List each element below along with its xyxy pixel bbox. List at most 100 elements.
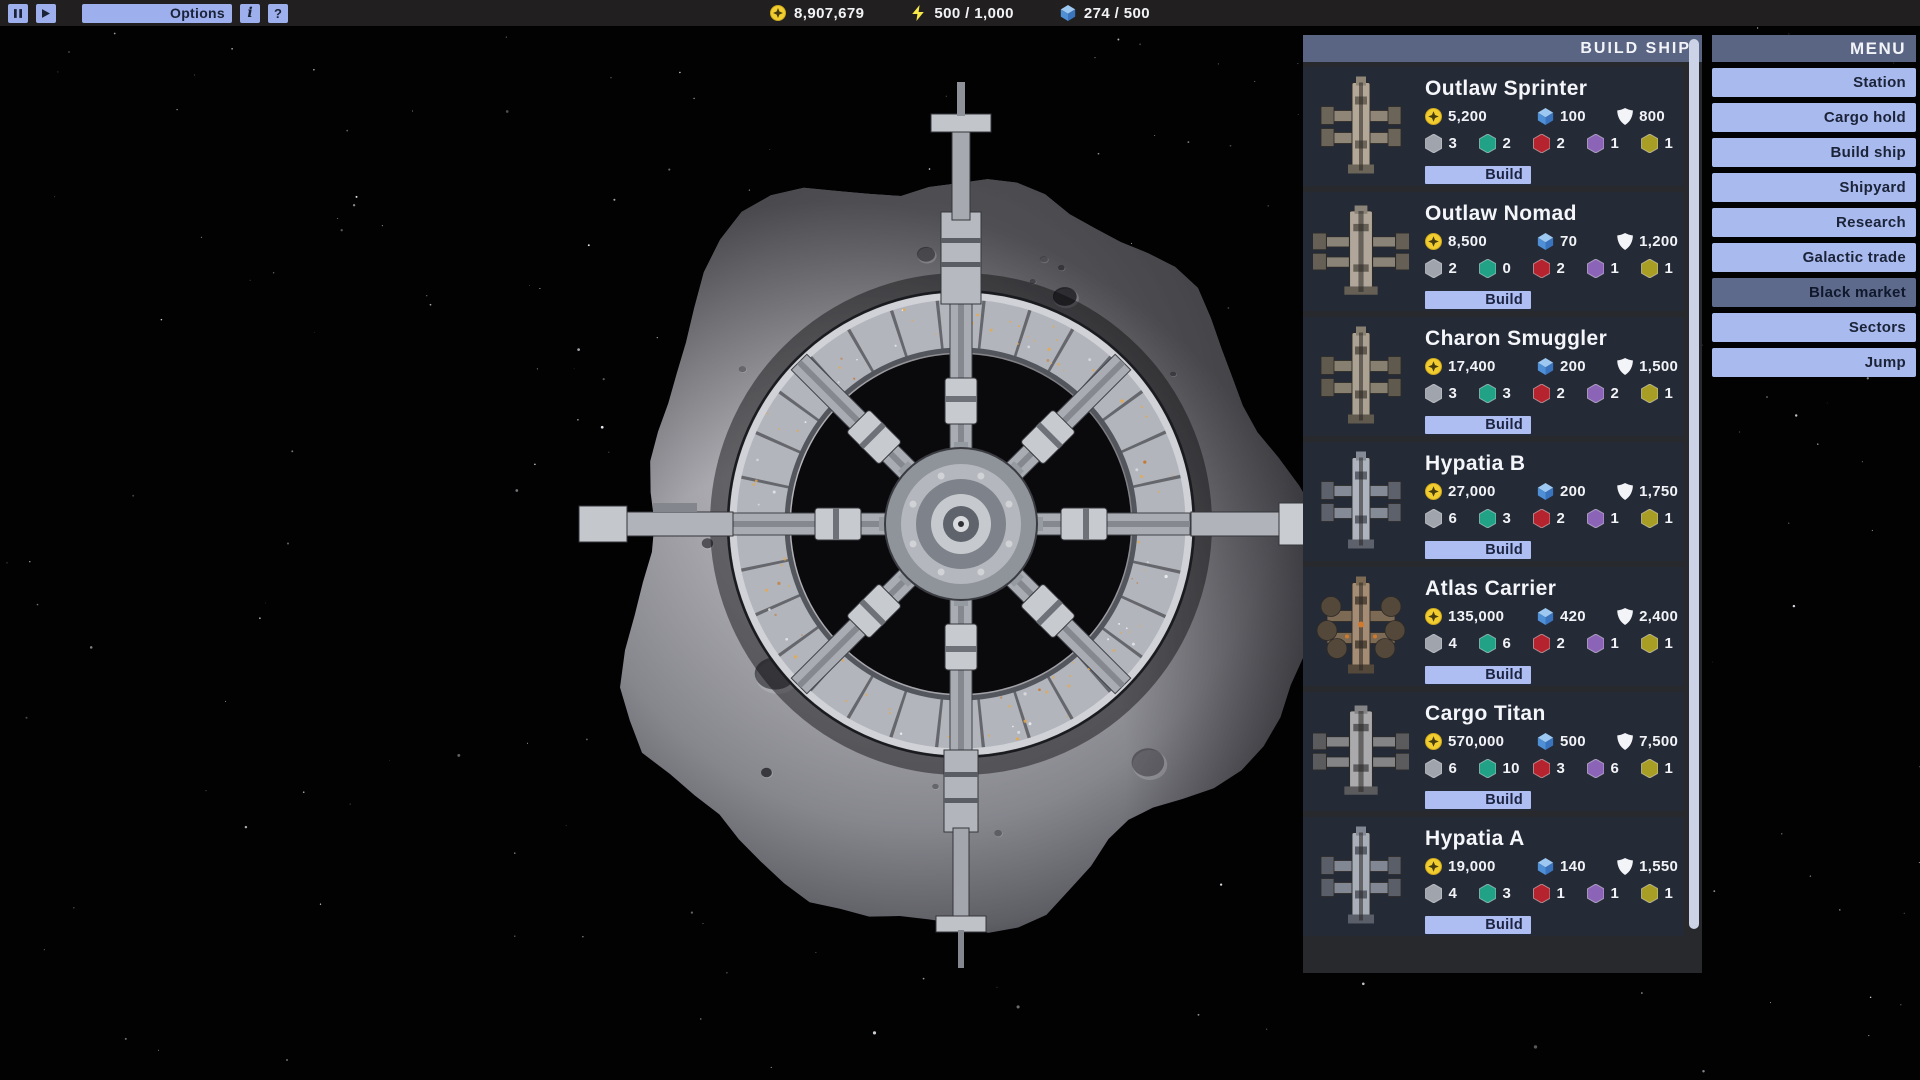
ship-cost-row: 17,4002001,500 bbox=[1303, 358, 1684, 378]
build-button[interactable]: Build bbox=[1425, 916, 1531, 934]
material-red: 2 bbox=[1533, 634, 1565, 653]
hex-icon bbox=[1641, 384, 1658, 403]
menu-item-build-ship[interactable]: Build ship bbox=[1712, 138, 1916, 167]
hex-icon bbox=[1587, 384, 1604, 403]
build-button[interactable]: Build bbox=[1425, 666, 1531, 684]
material-red-count: 2 bbox=[1556, 385, 1565, 402]
build-button[interactable]: Build bbox=[1425, 166, 1531, 184]
shield-icon bbox=[1617, 108, 1633, 125]
hex-icon bbox=[1641, 134, 1658, 153]
shield-icon bbox=[1617, 358, 1633, 375]
menu-item-shipyard[interactable]: Shipyard bbox=[1712, 173, 1916, 202]
cargo-icon bbox=[1537, 733, 1554, 750]
material-teal: 6 bbox=[1479, 634, 1511, 653]
hex-icon bbox=[1533, 634, 1550, 653]
hex-icon bbox=[1641, 509, 1658, 528]
material-gray: 4 bbox=[1425, 634, 1457, 653]
cargo-icon bbox=[1537, 858, 1554, 875]
material-teal-count: 3 bbox=[1502, 510, 1511, 527]
ship-card: Cargo Titan570,0005007,500610361Build bbox=[1303, 692, 1684, 811]
material-purple: 1 bbox=[1587, 259, 1619, 278]
ship-cost-credits: 8,500 bbox=[1425, 233, 1487, 250]
material-teal: 3 bbox=[1479, 884, 1511, 903]
scrollbar-track[interactable] bbox=[1688, 37, 1700, 967]
menu-item-black-market[interactable]: Black market bbox=[1712, 278, 1916, 307]
menu-item-galactic-trade[interactable]: Galactic trade bbox=[1712, 243, 1916, 272]
ship-card: Charon Smuggler17,4002001,50033221Build bbox=[1303, 317, 1684, 436]
material-purple: 1 bbox=[1587, 509, 1619, 528]
material-yellow-count: 1 bbox=[1664, 635, 1673, 652]
build-button[interactable]: Build bbox=[1425, 416, 1531, 434]
material-teal-count: 10 bbox=[1502, 760, 1519, 777]
hex-icon bbox=[1479, 134, 1496, 153]
ship-material-row: 4 6 2 1 1 bbox=[1303, 634, 1684, 656]
cargo-icon bbox=[1537, 233, 1554, 250]
hex-icon bbox=[1641, 884, 1658, 903]
material-red-count: 2 bbox=[1556, 510, 1565, 527]
menu-item-research[interactable]: Research bbox=[1712, 208, 1916, 237]
menu-item-station[interactable]: Station bbox=[1712, 68, 1916, 97]
pause-button[interactable] bbox=[8, 4, 28, 23]
material-purple: 1 bbox=[1587, 884, 1619, 903]
material-red-count: 1 bbox=[1556, 885, 1565, 902]
ship-stat-shield: 800 bbox=[1617, 108, 1665, 125]
options-button[interactable]: Options bbox=[82, 4, 232, 23]
play-button[interactable] bbox=[36, 4, 56, 23]
ship-material-row: 32211 bbox=[1303, 134, 1684, 156]
menu-item-cargo-hold[interactable]: Cargo hold bbox=[1712, 103, 1916, 132]
scrollbar-thumb[interactable] bbox=[1689, 39, 1699, 929]
material-teal-count: 2 bbox=[1502, 135, 1511, 152]
ship-cost-cargo: 420 bbox=[1537, 608, 1586, 625]
resource-coin: 8,907,679 bbox=[770, 5, 864, 22]
ship-cost-credits: 27,000 bbox=[1425, 483, 1496, 500]
menu-item-sectors[interactable]: Sectors bbox=[1712, 313, 1916, 342]
material-red-count: 2 bbox=[1556, 135, 1565, 152]
material-purple: 1 bbox=[1587, 134, 1619, 153]
material-purple-count: 2 bbox=[1610, 385, 1619, 402]
ship-name: Cargo Titan bbox=[1425, 702, 1546, 726]
ship-cost-row: 8,500701,200 bbox=[1303, 233, 1684, 253]
hex-icon bbox=[1425, 384, 1442, 403]
build-button[interactable]: Build bbox=[1425, 791, 1531, 809]
material-teal: 0 bbox=[1479, 259, 1511, 278]
ship-cost-row: 135,0004202,400 bbox=[1303, 608, 1684, 628]
material-gray-count: 4 bbox=[1448, 635, 1457, 652]
hex-icon bbox=[1533, 259, 1550, 278]
help-button[interactable]: ? bbox=[268, 4, 288, 23]
ship-material-row: 43111 bbox=[1303, 884, 1684, 906]
resource-cargo: 274 / 500 bbox=[1060, 5, 1150, 22]
material-gray: 3 bbox=[1425, 384, 1457, 403]
ship-name: Outlaw Nomad bbox=[1425, 202, 1577, 226]
ship-stat-shield: 1,550 bbox=[1617, 858, 1678, 875]
shield-icon bbox=[1617, 858, 1633, 875]
energy-icon bbox=[910, 5, 926, 21]
menu-item-jump[interactable]: Jump bbox=[1712, 348, 1916, 377]
ship-name: Outlaw Sprinter bbox=[1425, 77, 1587, 101]
build-ship-panel: BUILD SHIP Outlaw Sprinter5,200100800322… bbox=[1303, 35, 1702, 973]
ship-name: Hypatia A bbox=[1425, 827, 1525, 851]
ship-card: Hypatia B27,0002001,75063211Build bbox=[1303, 442, 1684, 561]
hex-icon bbox=[1587, 134, 1604, 153]
hex-icon bbox=[1425, 759, 1442, 778]
coin-icon bbox=[770, 5, 786, 21]
ship-cost-credits: 17,400 bbox=[1425, 358, 1496, 375]
material-purple-count: 1 bbox=[1610, 260, 1619, 277]
coin-icon bbox=[1425, 483, 1442, 500]
material-teal-count: 6 bbox=[1502, 635, 1511, 652]
hex-icon bbox=[1479, 759, 1496, 778]
hex-icon bbox=[1587, 759, 1604, 778]
hex-icon bbox=[1533, 884, 1550, 903]
info-button[interactable]: i bbox=[240, 4, 260, 23]
ship-cost-credits: 570,000 bbox=[1425, 733, 1504, 750]
build-button[interactable]: Build bbox=[1425, 291, 1531, 309]
material-purple-count: 1 bbox=[1610, 635, 1619, 652]
material-purple-count: 1 bbox=[1610, 135, 1619, 152]
material-purple: 6 bbox=[1587, 759, 1619, 778]
hex-icon bbox=[1425, 634, 1442, 653]
material-red-count: 2 bbox=[1556, 635, 1565, 652]
material-gray-count: 6 bbox=[1448, 760, 1457, 777]
material-purple: 2 bbox=[1587, 384, 1619, 403]
ship-card: Outlaw Sprinter5,20010080032211Build bbox=[1303, 67, 1684, 186]
build-button[interactable]: Build bbox=[1425, 541, 1531, 559]
ship-card: Atlas Carrier135,0004202,40046211Build bbox=[1303, 567, 1684, 686]
